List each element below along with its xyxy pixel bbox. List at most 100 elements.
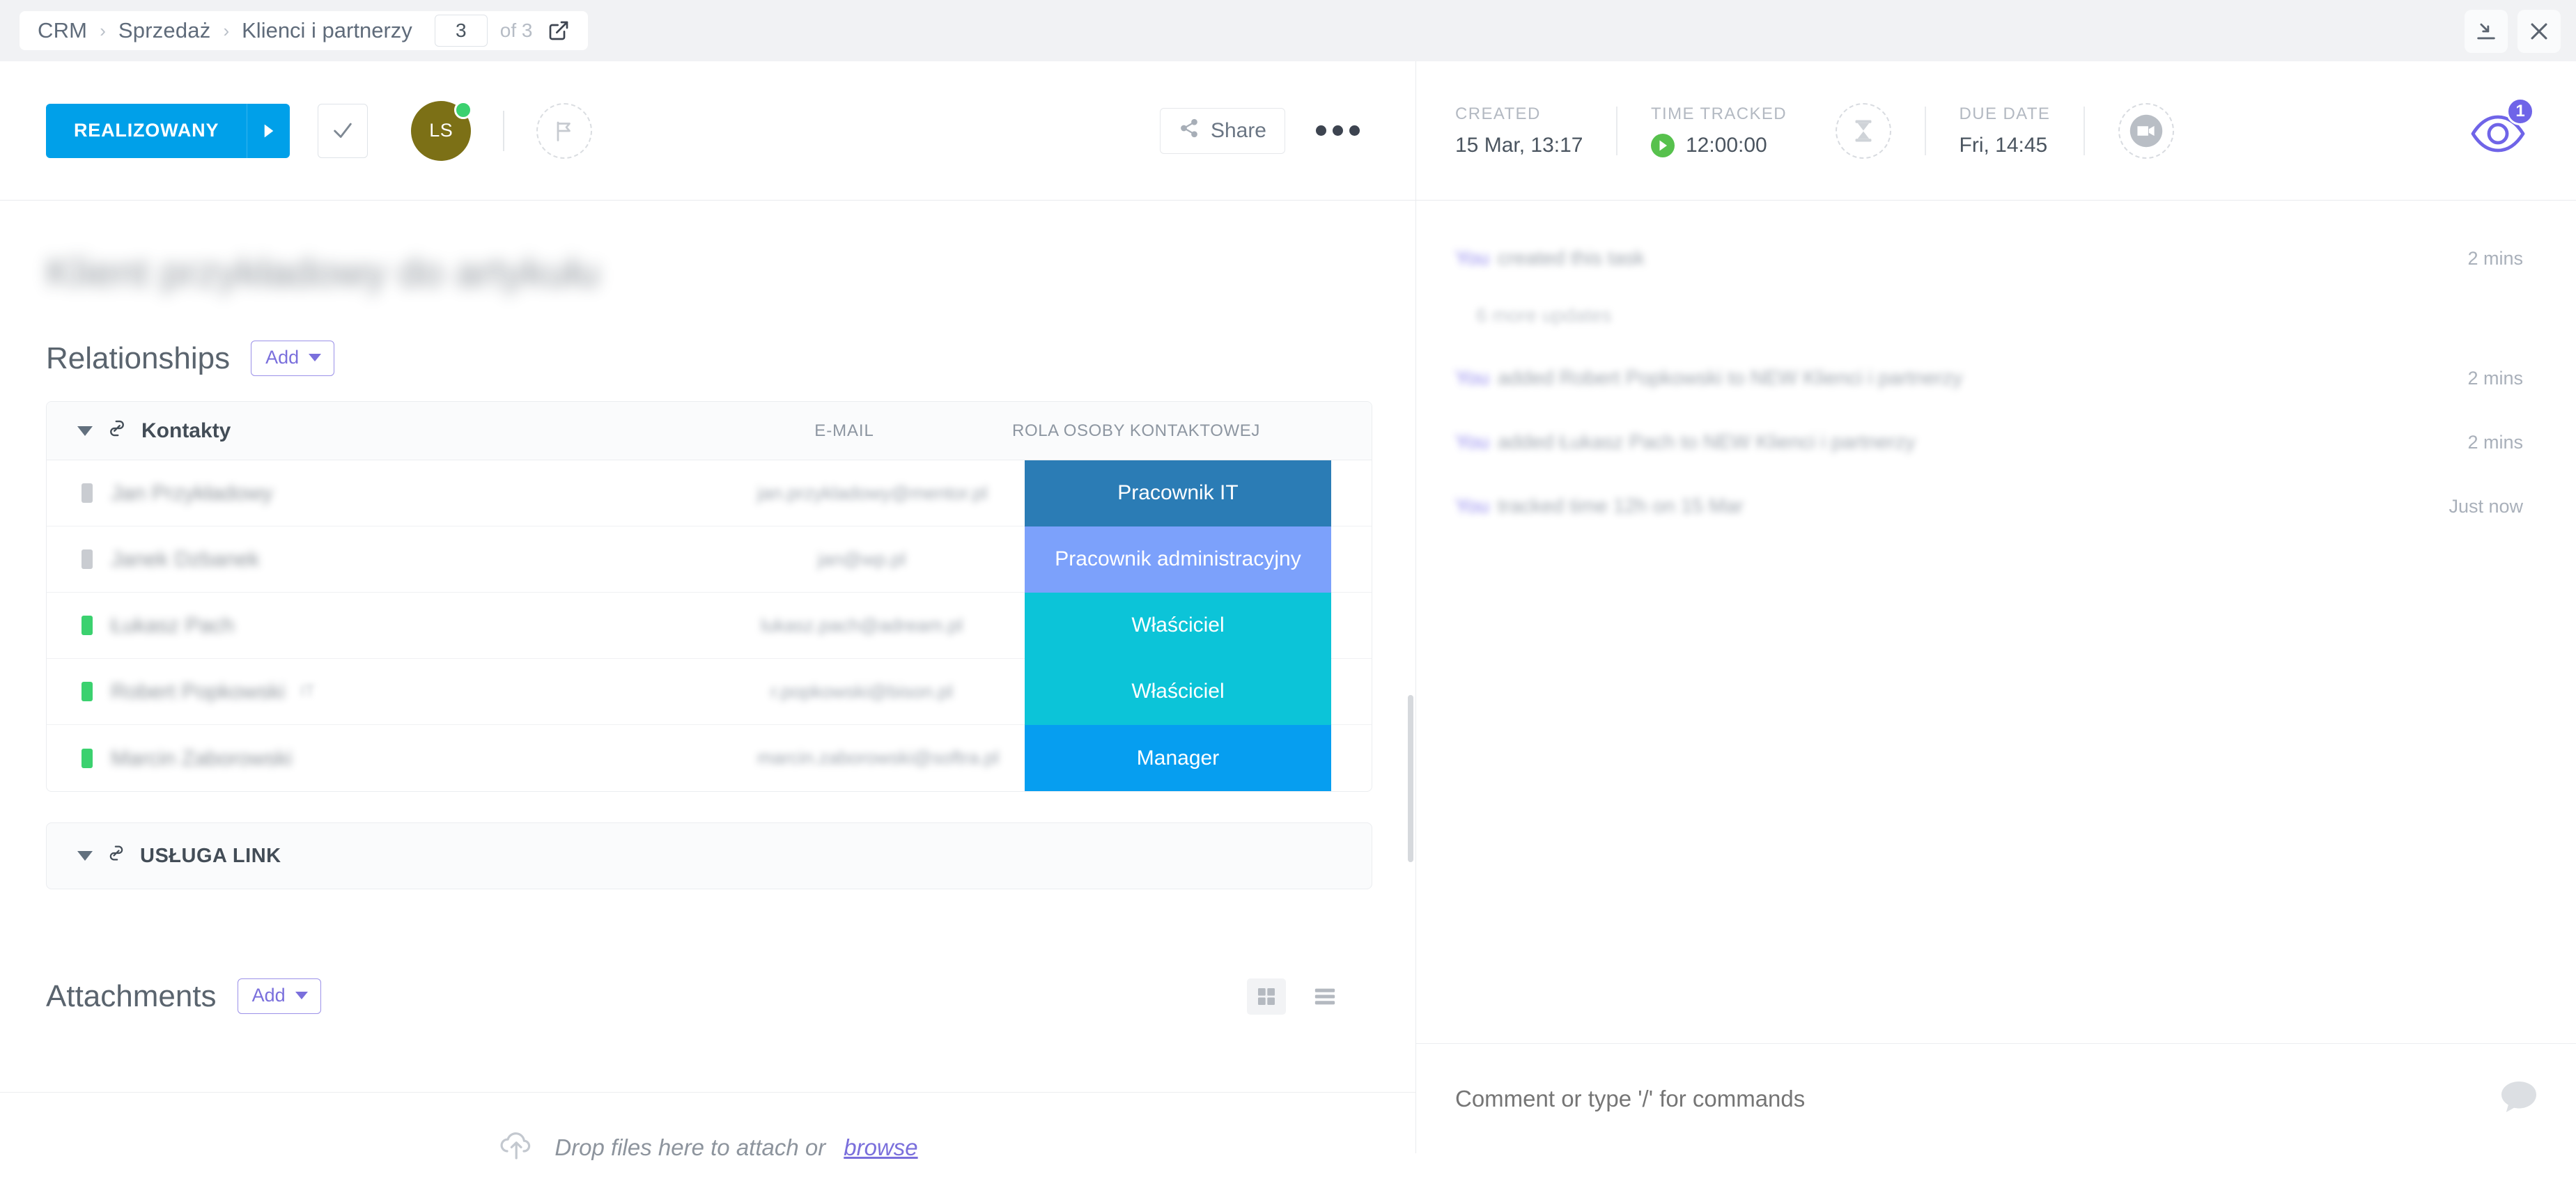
list-view-icon[interactable] — [1305, 978, 1344, 1015]
activity-item[interactable]: You tracked time 12h on 15 Mar Just now — [1416, 490, 2576, 522]
scrollbar[interactable] — [1408, 695, 1413, 862]
table-row[interactable]: Łukasz Pach lukasz.pach@adream.pl Właści… — [47, 592, 1372, 659]
table-row[interactable]: Marcin Zaborowski marcin.zaborowski@soft… — [47, 725, 1372, 791]
table-header-row[interactable]: Kontakty E-MAIL ROLA OSOBY KONTAKTOWEJ — [47, 402, 1372, 460]
table-row[interactable]: Janek Dzbanek jan@wp.pl Pracownik admini… — [47, 526, 1372, 593]
ellipsis-icon[interactable] — [1316, 125, 1360, 136]
breadcrumb-item-sprzedaz[interactable]: Sprzedaż — [118, 18, 211, 43]
task-details-bar: CREATED 15 Mar, 13:17 TIME TRACKED 12:00… — [1416, 61, 2576, 201]
activity-item[interactable]: You created this task 2 mins — [1416, 242, 2576, 274]
contact-email[interactable]: lukasz.pach@adream.pl — [757, 615, 966, 637]
contact-role-badge[interactable]: Pracownik administracyjny — [1025, 526, 1331, 593]
contact-email[interactable]: jan@wp.pl — [757, 549, 966, 570]
created-meta: CREATED 15 Mar, 13:17 — [1455, 104, 1583, 157]
caret-right-icon[interactable] — [247, 103, 290, 158]
due-date-value: Fri, 14:45 — [1959, 133, 2048, 157]
divider — [2084, 106, 2085, 155]
contact-name[interactable]: Jan Przykładowy — [111, 481, 273, 506]
attachment-view-toggles — [1247, 978, 1344, 1015]
watchers-button[interactable]: 1 — [2465, 97, 2534, 167]
chat-bubble-icon[interactable] — [2500, 1079, 2538, 1118]
due-date-meta[interactable]: DUE DATE Fri, 14:45 — [1960, 104, 2051, 157]
play-icon[interactable] — [1650, 133, 1675, 157]
open-external-icon[interactable] — [545, 17, 573, 45]
comment-input[interactable] — [1455, 1085, 2500, 1112]
hourglass-icon[interactable] — [1836, 102, 1892, 159]
video-camera-icon[interactable] — [2118, 102, 2174, 159]
activity-actor[interactable]: You — [1455, 431, 1489, 454]
dropzone-label: Drop files here to attach or — [554, 1134, 826, 1160]
contact-role-badge[interactable]: Właściciel — [1025, 658, 1331, 725]
relationships-heading: Relationships — [46, 341, 231, 375]
time-tracked-meta[interactable]: TIME TRACKED 12:00:00 — [1650, 104, 1787, 157]
contact-name[interactable]: Robert Popkowski — [111, 679, 285, 704]
contact-email[interactable]: marcin.zaborowski@softra.pl — [757, 747, 999, 769]
breadcrumb-item-klienci-i-partnerzy[interactable]: Klienci i partnerzy — [242, 18, 412, 43]
relationships-table: Kontakty E-MAIL ROLA OSOBY KONTAKTOWEJ J… — [46, 401, 1372, 792]
relationship-link-icon — [107, 843, 126, 868]
relationships-add-button[interactable]: Add — [251, 341, 335, 376]
attachments-add-label: Add — [251, 985, 286, 1006]
contact-email[interactable]: r.popkowski@bison.pl — [757, 681, 966, 703]
group-header-usluga-link[interactable]: USŁUGA LINK — [46, 822, 1372, 889]
attachments-add-button[interactable]: Add — [237, 978, 321, 1014]
contact-role-badge[interactable]: Właściciel — [1025, 592, 1331, 659]
breadcrumb: CRM › Sprzedaż › Klienci i partnerzy 3 o… — [20, 11, 589, 50]
activity-text: created this task — [1497, 247, 1645, 270]
triangle-down-icon[interactable] — [77, 851, 93, 861]
page-number-input[interactable]: 3 — [434, 15, 488, 47]
table-row[interactable]: Jan Przykładowy jan.przykladowy@mentor.p… — [47, 460, 1372, 526]
grid-view-icon[interactable] — [1247, 978, 1286, 1015]
breadcrumb-item-crm[interactable]: CRM — [38, 18, 87, 43]
assignee-avatar-wrapper[interactable]: LS — [411, 100, 473, 161]
contact-role-badge[interactable]: Pracownik IT — [1025, 460, 1331, 526]
activity-time: 2 mins — [2467, 367, 2523, 389]
status-label[interactable]: REALIZOWANY — [46, 103, 247, 158]
created-label: CREATED — [1455, 104, 1541, 123]
time-tracked-value-wrap[interactable]: 12:00:00 — [1650, 133, 1787, 157]
activity-actor[interactable]: You — [1455, 495, 1489, 518]
group-header-kontakty[interactable]: Kontakty — [77, 418, 231, 444]
divider — [1616, 106, 1617, 155]
activity-actor[interactable]: You — [1455, 247, 1489, 270]
activity-item[interactable]: You added Łukasz Pach to NEW Klienci i p… — [1416, 426, 2576, 458]
contact-role-badge[interactable]: Manager — [1025, 725, 1331, 791]
attachment-dropzone[interactable]: Drop files here to attach or browse — [0, 1092, 1415, 1202]
relationships-header: Relationships Add — [46, 341, 1415, 376]
flag-icon[interactable] — [536, 102, 592, 159]
share-button[interactable]: Share — [1159, 107, 1285, 154]
task-action-bar: REALIZOWANY LS Share — [0, 61, 1415, 201]
created-value: 15 Mar, 13:17 — [1455, 133, 1583, 157]
triangle-down-icon[interactable] — [77, 426, 93, 436]
contact-name[interactable]: Janek Dzbanek — [111, 547, 260, 572]
mark-complete-button[interactable] — [318, 103, 368, 158]
browse-link[interactable]: browse — [844, 1134, 917, 1161]
breadcrumb-separator: › — [100, 19, 106, 41]
table-row[interactable]: Robert Popkowski IT r.popkowski@bison.pl… — [47, 658, 1372, 725]
status-button[interactable]: REALIZOWANY — [46, 103, 290, 158]
cloud-upload-icon — [497, 1129, 536, 1166]
page-total-label: of 3 — [499, 19, 533, 41]
close-button[interactable] — [2517, 10, 2561, 53]
page-title[interactable]: Klient przykładowy do artykułu — [46, 249, 1415, 296]
contact-name[interactable]: Łukasz Pach — [111, 613, 235, 638]
activity-actor[interactable]: You — [1455, 367, 1489, 390]
row-status-indicator — [82, 616, 93, 635]
more-updates-label[interactable]: 6 more updates — [1476, 304, 1612, 327]
column-header-role[interactable]: ROLA OSOBY KONTAKTOWEJ — [983, 421, 1289, 441]
contact-name[interactable]: Marcin Zaborowski — [111, 746, 292, 771]
due-date-label: DUE DATE — [1959, 104, 2051, 123]
activity-pane: CREATED 15 Mar, 13:17 TIME TRACKED 12:00… — [1415, 61, 2576, 1153]
collapsed-group-title-wrap[interactable]: USŁUGA LINK — [77, 843, 281, 868]
contact-name-suffix: IT — [300, 682, 316, 701]
activity-text: added Robert Popkowski to NEW Klienci i … — [1497, 366, 1963, 389]
watchers-count-badge: 1 — [2506, 97, 2534, 125]
breadcrumb-separator: › — [223, 19, 230, 41]
activity-more-updates[interactable]: 6 more updates — [1416, 299, 2576, 331]
contact-email[interactable]: jan.przykladowy@mentor.pl — [757, 483, 988, 504]
activity-text: tracked time 12h on 15 Mar — [1497, 494, 1744, 517]
minimize-button[interactable] — [2465, 10, 2508, 53]
column-header-email[interactable]: E-MAIL — [757, 421, 931, 441]
activity-item[interactable]: You added Robert Popkowski to NEW Klienc… — [1416, 362, 2576, 394]
share-icon — [1179, 118, 1200, 144]
